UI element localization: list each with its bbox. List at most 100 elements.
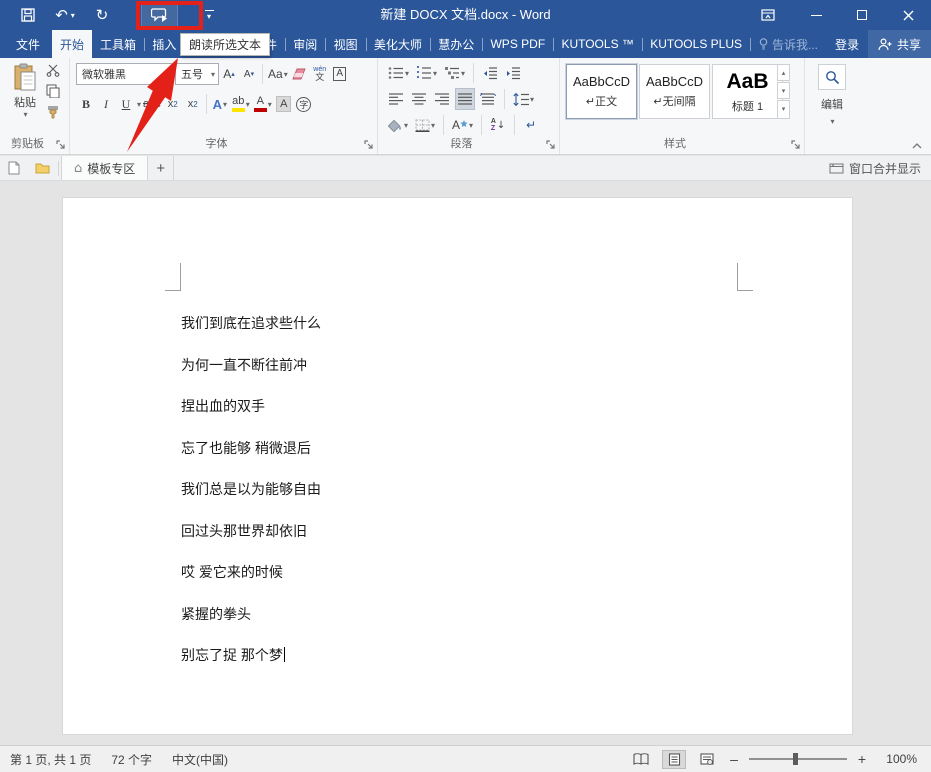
style-normal[interactable]: AaBbCcD ↵正文 (566, 64, 637, 119)
strikethrough-button[interactable]: abc (141, 93, 163, 115)
editing-label[interactable]: 编辑 (805, 96, 859, 112)
read-mode-button[interactable] (629, 750, 653, 769)
styles-gallery-more-button[interactable]: ▾ (777, 100, 790, 119)
character-border-button[interactable]: A (330, 63, 350, 85)
line-spacing-button[interactable]: ▾ (511, 88, 536, 110)
asian-layout-button[interactable]: A ▾ (450, 114, 475, 136)
cut-button[interactable] (46, 64, 61, 77)
tab-kutools-plus[interactable]: KUTOOLS PLUS (642, 30, 750, 58)
zoom-slider[interactable] (749, 758, 847, 760)
subscript-button[interactable]: x2 (163, 93, 183, 115)
copy-button[interactable] (46, 84, 60, 98)
tab-wps-pdf[interactable]: WPS PDF (482, 30, 553, 58)
increase-indent-button[interactable] (503, 62, 523, 84)
styles-scroll-down-button[interactable]: ▾ (777, 82, 790, 99)
align-left-button[interactable] (386, 88, 406, 110)
text-line[interactable]: 回过头那世界却依旧 (181, 511, 321, 553)
justify-button[interactable] (455, 88, 475, 110)
italic-button[interactable]: I (96, 93, 116, 115)
text-line[interactable]: 别忘了捉 那个梦 (181, 635, 321, 677)
font-dialog-launcher[interactable] (364, 140, 374, 150)
document-text[interactable]: 我们到底在追求些什么 为何一直不断往前冲 捏出血的双手 忘了也能够 稍微退后 我… (181, 303, 321, 677)
minimize-button[interactable] (796, 0, 836, 30)
open-folder-button[interactable] (28, 156, 56, 180)
text-line[interactable]: 忘了也能够 稍微退后 (181, 428, 321, 470)
underline-button[interactable]: U (116, 93, 136, 115)
page-indicator[interactable]: 第 1 页, 共 1 页 (0, 751, 101, 768)
close-button[interactable] (888, 0, 928, 30)
enclose-characters-button[interactable]: 字 (294, 93, 314, 115)
font-color-button[interactable]: A ▾ (252, 93, 274, 115)
tab-review[interactable]: 审阅 (285, 30, 325, 58)
bullets-button[interactable]: ▾ (386, 62, 411, 84)
decrease-indent-button[interactable] (480, 62, 500, 84)
tab-huibangong[interactable]: 慧办公 (430, 30, 482, 58)
text-line[interactable]: 捏出血的双手 (181, 386, 321, 428)
word-count[interactable]: 72 个字 (101, 751, 162, 768)
styles-dialog-launcher[interactable] (791, 140, 801, 150)
text-effects-button[interactable]: A▾ (210, 93, 230, 115)
highlight-color-button[interactable]: ab ▾ (230, 93, 252, 115)
zoom-out-button[interactable]: – (728, 751, 740, 767)
new-document-button[interactable] (0, 156, 28, 180)
sign-in-button[interactable]: 登录 (826, 30, 868, 58)
ribbon-display-options-button[interactable] (748, 0, 788, 30)
tab-insert[interactable]: 插入 (144, 30, 184, 58)
redo-button[interactable]: ↻ (88, 0, 116, 30)
style-heading-1[interactable]: AaB 标题 1 (712, 64, 783, 119)
tab-beautify-master[interactable]: 美化大师 (366, 30, 430, 58)
zoom-level[interactable]: 100% (877, 752, 917, 766)
document-page[interactable]: 我们到底在追求些什么 为何一直不断往前冲 捏出血的双手 忘了也能够 稍微退后 我… (62, 197, 853, 735)
web-layout-button[interactable] (695, 750, 719, 769)
borders-button[interactable]: ▾ (413, 114, 437, 136)
shading-button[interactable]: ▾ (386, 114, 410, 136)
share-button[interactable]: 共享 (868, 30, 931, 58)
new-tab-button[interactable]: + (148, 156, 174, 180)
font-size-combo[interactable]: 五号 ▾ (175, 63, 219, 85)
phonetic-guide-button[interactable]: wén 文 (310, 63, 330, 85)
grow-font-button[interactable]: A▴ (219, 63, 239, 85)
style-no-spacing[interactable]: AaBbCcD ↵无间隔 (639, 64, 710, 119)
clipboard-dialog-launcher[interactable] (56, 140, 66, 150)
language-indicator[interactable]: 中文(中国) (162, 751, 238, 768)
collapse-ribbon-button[interactable] (911, 142, 923, 150)
distribute-button[interactable] (478, 88, 498, 110)
align-center-button[interactable] (409, 88, 429, 110)
paragraph-dialog-launcher[interactable] (546, 140, 556, 150)
print-layout-button[interactable] (662, 750, 686, 769)
tab-home[interactable]: 开始 (52, 30, 92, 58)
tab-file[interactable]: 文件 (4, 30, 52, 58)
clear-formatting-button[interactable] (290, 63, 310, 85)
find-button[interactable] (818, 64, 846, 90)
character-shading-button[interactable]: A (274, 93, 294, 115)
bold-button[interactable]: B (76, 93, 96, 115)
text-line[interactable]: 我们到底在追求些什么 (181, 303, 321, 345)
text-line[interactable]: 我们总是以为能够自由 (181, 469, 321, 511)
save-button[interactable] (14, 0, 42, 30)
sort-button[interactable]: AZ ↓ (488, 114, 508, 136)
paste-button[interactable]: 粘贴 ▾ (7, 63, 43, 135)
numbering-button[interactable]: ▾ (414, 62, 439, 84)
format-painter-button[interactable] (46, 105, 60, 119)
undo-button[interactable]: ↶ ▾ (48, 0, 82, 30)
tab-kutools[interactable]: KUTOOLS ™ (553, 30, 641, 58)
font-name-combo[interactable]: 微软雅黑 ▾ (76, 63, 172, 85)
maximize-button[interactable] (842, 0, 882, 30)
multilevel-list-button[interactable]: ▾ (442, 62, 467, 84)
superscript-button[interactable]: x2 (183, 93, 203, 115)
tab-view[interactable]: 视图 (326, 30, 366, 58)
show-hide-marks-button[interactable]: ↵ (521, 114, 541, 136)
text-line[interactable]: 哎 爱它来的时候 (181, 552, 321, 594)
zoom-slider-thumb[interactable] (793, 753, 798, 765)
template-zone-tab[interactable]: ⌂ 模板专区 (61, 156, 148, 180)
change-case-button[interactable]: Aa▾ (266, 63, 290, 85)
shrink-font-button[interactable]: A▾ (239, 63, 259, 85)
tab-toolbox[interactable]: 工具箱 (92, 30, 144, 58)
text-line[interactable]: 为何一直不断往前冲 (181, 345, 321, 387)
styles-scroll-up-button[interactable]: ▴ (777, 64, 790, 81)
merge-windows-toggle[interactable]: 窗口合并显示 (829, 156, 931, 180)
tell-me-box[interactable]: 告诉我... (751, 30, 826, 58)
text-line[interactable]: 紧握的拳头 (181, 594, 321, 636)
zoom-in-button[interactable]: + (856, 751, 868, 767)
align-right-button[interactable] (432, 88, 452, 110)
